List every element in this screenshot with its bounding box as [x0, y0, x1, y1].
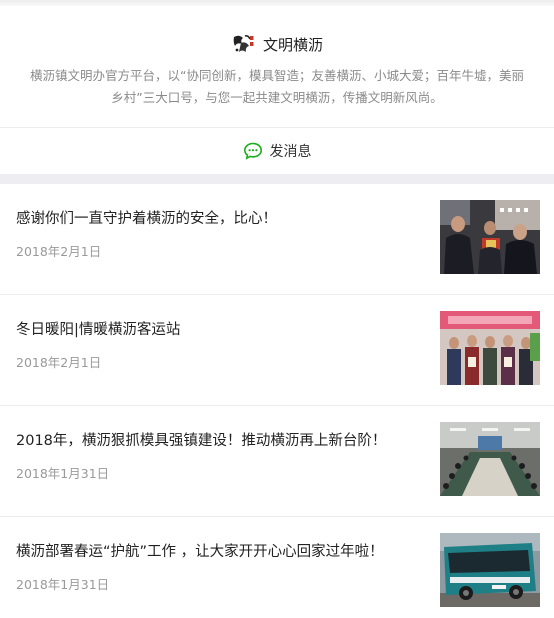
article-item[interactable]: 冬日暖阳|情暖横沥客运站 2018年2月1日 [0, 295, 554, 406]
section-gap [0, 174, 554, 184]
article-item[interactable]: 感谢你们一直守护着横沥的安全，比心！ 2018年2月1日 [0, 184, 554, 295]
article-list-page: 文明横沥 横沥镇文明办官方平台，以“协同创新，模具智造；友善横沥、小城大爱；百年… [0, 0, 554, 618]
article-item[interactable]: 横沥部署春运“护航”工作 ，让大家开开心心回家过年啦！ 2018年1月31日 [0, 517, 554, 618]
article-text: 横沥部署春运“护航”工作 ，让大家开开心心回家过年啦！ 2018年1月31日 [0, 517, 440, 618]
article-title: 2018年，横沥狠抓模具强镇建设！推动横沥再上新台阶！ [16, 433, 387, 449]
send-message-label: 发消息 [269, 144, 312, 160]
calligraphy-logo-icon [231, 33, 255, 55]
article-text: 感谢你们一直守护着横沥的安全，比心！ 2018年2月1日 [0, 184, 440, 294]
article-date: 2018年1月31日 [16, 466, 110, 481]
send-message-button[interactable]: 发消息 [0, 128, 554, 174]
group-photo-with-banner [440, 311, 540, 385]
account-name: 文明横沥 [262, 35, 323, 54]
article-title: 横沥部署春运“护航”工作 ，让大家开开心心回家过年啦！ [16, 544, 384, 560]
account-profile: 文明横沥 横沥镇文明办官方平台，以“协同创新，模具智造；友善横沥、小城大爱；百年… [0, 6, 554, 109]
bus-photo [440, 533, 540, 607]
conference-room-photo [440, 422, 540, 496]
article-text: 冬日暖阳|情暖横沥客运站 2018年2月1日 [0, 295, 440, 405]
article-item[interactable]: 2018年，横沥狠抓模具强镇建设！推动横沥再上新台阶！ 2018年1月31日 [0, 406, 554, 517]
article-date: 2018年1月31日 [16, 577, 110, 592]
article-title: 感谢你们一直守护着横沥的安全，比心！ [16, 211, 277, 227]
article-date: 2018年2月1日 [16, 244, 102, 259]
account-description: 横沥镇文明办官方平台，以“协同创新，模具智造；友善横沥、小城大爱；百年牛墟，美丽… [30, 68, 524, 105]
article-date: 2018年2月1日 [16, 355, 102, 370]
article-text: 2018年，横沥狠抓模具强镇建设！推动横沥再上新台阶！ 2018年1月31日 [0, 406, 440, 516]
chat-bubble-icon [243, 141, 263, 161]
article-title: 冬日暖阳|情暖横沥客运站 [16, 322, 181, 338]
police-ceremony-photo [440, 200, 540, 274]
account-name-row[interactable]: 文明横沥 [18, 32, 536, 56]
article-list: 感谢你们一直守护着横沥的安全，比心！ 2018年2月1日 冬日暖阳|情暖横沥客运… [0, 184, 554, 618]
